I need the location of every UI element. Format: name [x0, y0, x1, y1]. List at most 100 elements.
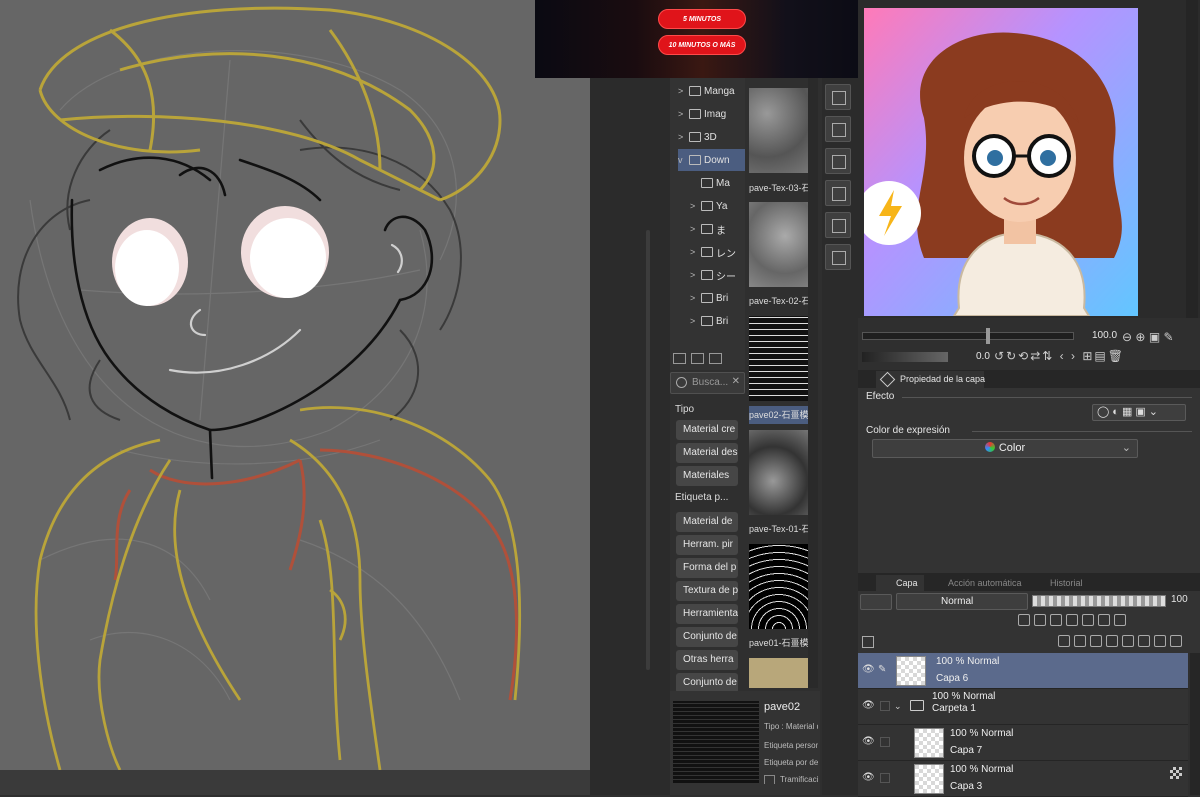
- tab-layer-property[interactable]: Propiedad de la capa: [876, 371, 985, 388]
- tag-materiales[interactable]: Materiales: [676, 466, 738, 486]
- new-folder-icon[interactable]: [1090, 635, 1102, 647]
- chevron-right-icon[interactable]: >: [690, 201, 698, 211]
- visibility-eye-icon[interactable]: 👁: [862, 736, 875, 748]
- grid-icon[interactable]: ⊞: [1082, 349, 1094, 363]
- material-tree-item[interactable]: > レン: [690, 241, 745, 263]
- next-icon[interactable]: ›: [1071, 349, 1077, 363]
- expression-color-select[interactable]: Color ⌄: [872, 439, 1138, 458]
- chevron-right-icon[interactable]: >: [690, 316, 698, 326]
- layer-select-checkbox[interactable]: [880, 701, 890, 711]
- material-grid-icon[interactable]: [825, 116, 851, 142]
- rotation-slider[interactable]: [862, 352, 948, 362]
- tramado-checkbox[interactable]: [764, 775, 775, 784]
- material-tree-item[interactable]: > Manga: [678, 80, 745, 102]
- tag-textura-de-papel[interactable]: Textura de p: [676, 581, 738, 601]
- gutter-scrollbar[interactable]: [646, 230, 650, 670]
- ad-button-10-min[interactable]: 10 MINUTOS O MÁS: [658, 35, 746, 55]
- material-tree-item[interactable]: >3D: [678, 126, 745, 148]
- material-tree-item[interactable]: > Bri: [690, 310, 745, 332]
- layer-name[interactable]: Capa 6: [936, 673, 968, 684]
- material-label[interactable]: pave-Tex-03-石: [749, 179, 813, 197]
- chevron-right-icon[interactable]: >: [690, 224, 698, 234]
- reference-layer-icon[interactable]: [1034, 614, 1046, 626]
- tab-history[interactable]: Historial: [1030, 575, 1100, 591]
- navigator-scrollbar[interactable]: [1186, 0, 1198, 318]
- layer-list-scrollbar[interactable]: [1190, 653, 1200, 795]
- preview-tramado[interactable]: Tramificaci: [764, 775, 818, 784]
- material-thumb[interactable]: [749, 430, 809, 515]
- chevron-right-icon[interactable]: >: [678, 132, 686, 142]
- tag-conjunto-de-1[interactable]: Conjunto de: [676, 627, 738, 647]
- video-ad-overlay[interactable]: 5 MINUTOS 10 MINUTOS O MÁS: [535, 0, 870, 78]
- layer-palette-icon[interactable]: [862, 636, 874, 648]
- transfer-down-icon[interactable]: [1106, 635, 1118, 647]
- material-tree-item[interactable]: > シー: [690, 264, 745, 286]
- tab-auto-action[interactable]: Acción automática: [928, 575, 1024, 591]
- eyedropper-icon[interactable]: ✎: [1164, 330, 1174, 344]
- chevron-right-icon[interactable]: >: [678, 86, 686, 96]
- layer-select-checkbox[interactable]: [880, 773, 890, 783]
- flip-horizontal-icon[interactable]: ⇄: [1030, 349, 1042, 363]
- layer-row-capa-6[interactable]: 👁 ✎ 100 % Normal Capa 6: [858, 653, 1188, 689]
- search-input[interactable]: Busca...: [692, 377, 728, 388]
- new-raster-layer-icon[interactable]: [1058, 635, 1070, 647]
- tag-herramienta[interactable]: Herramienta: [676, 604, 738, 624]
- material-list-icon[interactable]: [825, 148, 851, 174]
- tab-layer[interactable]: Capa: [876, 575, 924, 591]
- layer-color-select[interactable]: [860, 594, 892, 610]
- rotate-left-icon[interactable]: ↺: [994, 349, 1006, 363]
- material-tree-item[interactable]: > Ya: [690, 195, 745, 217]
- draft-layer-icon[interactable]: [1050, 614, 1062, 626]
- ad-button-5-min[interactable]: 5 MINUTOS: [658, 9, 746, 29]
- material-search-box[interactable]: Busca... ✕: [670, 372, 745, 394]
- layer-mask-icon[interactable]: [1098, 614, 1110, 626]
- zoom-slider[interactable]: [862, 332, 1074, 340]
- material-label[interactable]: pave01-石畺模: [749, 634, 813, 652]
- drawing-canvas[interactable]: [0, 0, 590, 770]
- flip-vertical-icon[interactable]: ⇅: [1042, 349, 1054, 363]
- folder-icon[interactable]: ▤: [1094, 349, 1107, 363]
- edit-material-icon[interactable]: [825, 180, 851, 206]
- layer-row-capa-3[interactable]: 👁 100 % Normal Capa 3: [858, 761, 1188, 797]
- visibility-eye-icon[interactable]: 👁: [862, 700, 875, 712]
- tag-herram-pincel[interactable]: Herram. pir: [676, 535, 738, 555]
- material-tree-item[interactable]: > ま: [690, 218, 745, 240]
- new-folder-icon[interactable]: [673, 353, 686, 364]
- new-vector-layer-icon[interactable]: [1074, 635, 1086, 647]
- effect-selector[interactable]: ◯◐▦▣⌄: [1092, 404, 1186, 421]
- trash-icon[interactable]: 🗑: [1108, 349, 1125, 363]
- chevron-down-icon[interactable]: v: [678, 155, 686, 165]
- material-thumb[interactable]: [749, 544, 809, 629]
- material-thumb[interactable]: [749, 658, 809, 688]
- close-icon[interactable]: ✕: [732, 376, 740, 387]
- layer-name[interactable]: Capa 7: [950, 745, 982, 756]
- material-image-icon[interactable]: [825, 212, 851, 238]
- color-tag-icon[interactable]: [1114, 614, 1126, 626]
- tag-forma-del-pincel[interactable]: Forma del p: [676, 558, 738, 578]
- lock-transparency-icon[interactable]: [1082, 614, 1094, 626]
- layer-row-carpeta-1[interactable]: 👁 ⌄ 100 % Normal Carpeta 1: [858, 689, 1188, 725]
- material-tree-item[interactable]: > Bri: [690, 287, 745, 309]
- mask-icon[interactable]: [1138, 635, 1150, 647]
- clip-layer-icon[interactable]: [1018, 614, 1030, 626]
- chevron-right-icon[interactable]: >: [690, 270, 698, 280]
- chevron-right-icon[interactable]: >: [678, 109, 686, 119]
- blend-mode-select[interactable]: Normal: [896, 593, 1028, 610]
- tag-material-descargado[interactable]: Material des: [676, 443, 738, 463]
- rotate-right-icon[interactable]: ↻: [1006, 349, 1018, 363]
- opacity-value[interactable]: 100: [1171, 594, 1188, 605]
- material-list-scrollbar[interactable]: [808, 78, 818, 688]
- zoom-slider-handle[interactable]: [986, 328, 990, 344]
- opacity-slider[interactable]: [1032, 595, 1166, 607]
- material-label[interactable]: pave-Tex-02-石: [749, 292, 813, 310]
- reset-rotation-icon[interactable]: ⟲: [1018, 349, 1030, 363]
- layer-select-checkbox[interactable]: [880, 737, 890, 747]
- lock-layer-icon[interactable]: [1066, 614, 1078, 626]
- fit-screen-icon[interactable]: ▣: [1149, 330, 1160, 344]
- delete-layer-icon[interactable]: [1170, 635, 1182, 647]
- material-tree-item[interactable]: v Down: [678, 149, 745, 171]
- material-label[interactable]: pave02-石畺模: [749, 406, 813, 424]
- material-thumb[interactable]: [749, 202, 809, 287]
- material-thumb[interactable]: [749, 316, 809, 401]
- zoom-in-icon[interactable]: ⊕: [1135, 330, 1145, 344]
